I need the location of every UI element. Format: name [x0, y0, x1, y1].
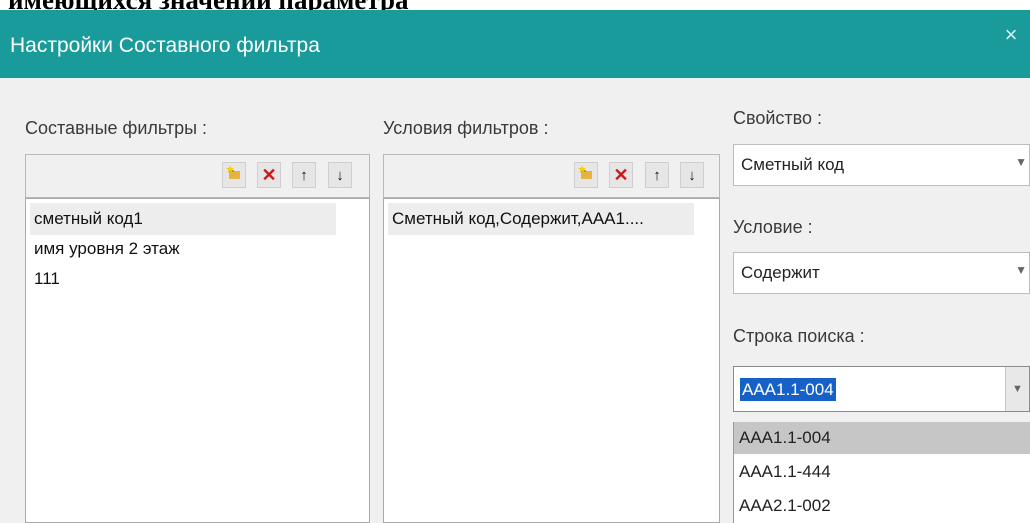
delete-filter-button[interactable]: ✕: [257, 162, 281, 188]
delete-icon: ✕: [613, 164, 629, 185]
arrow-down-icon: ↓: [688, 166, 696, 184]
search-dropdown-button[interactable]: ▼: [1005, 367, 1029, 411]
add-filter-icon: [226, 165, 242, 185]
search-options-list: AAA1.1-004 AAA1.1-444 AAA2.1-002: [733, 422, 1030, 523]
move-down-button[interactable]: ↓: [328, 162, 352, 188]
condition-move-down-button[interactable]: ↓: [680, 162, 704, 188]
list-item[interactable]: Сметный код,Содержит,ААА1....: [388, 203, 694, 235]
delete-condition-button[interactable]: ✕: [609, 162, 633, 188]
composite-filter-dialog: Настройки Составного фильтра × Составные…: [0, 10, 1030, 523]
dialog-titlebar: Настройки Составного фильтра ×: [0, 10, 1030, 78]
dropdown-option[interactable]: AAA2.1-002: [734, 490, 1030, 522]
property-select[interactable]: Сметный код ▼: [733, 144, 1030, 186]
dialog-title: Настройки Составного фильтра: [10, 34, 320, 57]
add-condition-button[interactable]: [574, 162, 598, 188]
composite-filters-label: Составные фильтры :: [25, 118, 208, 138]
list-item[interactable]: сметный код1: [30, 203, 336, 235]
close-icon: ×: [1004, 22, 1018, 47]
property-label: Свойство :: [733, 108, 823, 128]
search-string-combo[interactable]: AAA1.1-004 ▼: [733, 366, 1030, 412]
list-item[interactable]: 111: [34, 263, 60, 295]
search-string-value[interactable]: AAA1.1-004: [740, 378, 836, 401]
delete-icon: ✕: [261, 164, 277, 185]
move-up-button[interactable]: ↑: [292, 162, 316, 188]
chevron-down-icon: ▼: [1015, 155, 1027, 169]
dropdown-option[interactable]: AAA1.1-444: [734, 456, 1030, 488]
condition-select[interactable]: Содержит ▼: [733, 252, 1030, 294]
list-item[interactable]: имя уровня 2 этаж: [34, 233, 180, 265]
condition-value: Содержит: [741, 263, 820, 282]
add-filter-icon: [578, 165, 594, 185]
filter-conditions-label: Условия фильтров :: [383, 118, 549, 138]
condition-label: Условие :: [733, 217, 813, 237]
chevron-down-icon: ▼: [1015, 263, 1027, 277]
add-filter-button[interactable]: [222, 162, 246, 188]
arrow-up-icon: ↑: [653, 166, 661, 184]
filter-conditions-list[interactable]: Сметный код,Содержит,ААА1....: [383, 198, 720, 523]
composite-filters-list[interactable]: сметный код1 имя уровня 2 этаж 111: [25, 198, 370, 523]
arrow-down-icon: ↓: [336, 166, 344, 184]
dropdown-option[interactable]: AAA1.1-004: [734, 422, 1030, 454]
search-string-label: Строка поиска :: [733, 326, 865, 346]
chevron-down-icon: ▼: [1012, 383, 1023, 395]
arrow-up-icon: ↑: [300, 166, 308, 184]
composite-filters-toolbar: ✕ ↑ ↓: [25, 154, 370, 198]
filter-conditions-toolbar: ✕ ↑ ↓: [383, 154, 720, 198]
condition-move-up-button[interactable]: ↑: [645, 162, 669, 188]
property-value: Сметный код: [741, 155, 845, 174]
close-button[interactable]: ×: [996, 20, 1026, 50]
